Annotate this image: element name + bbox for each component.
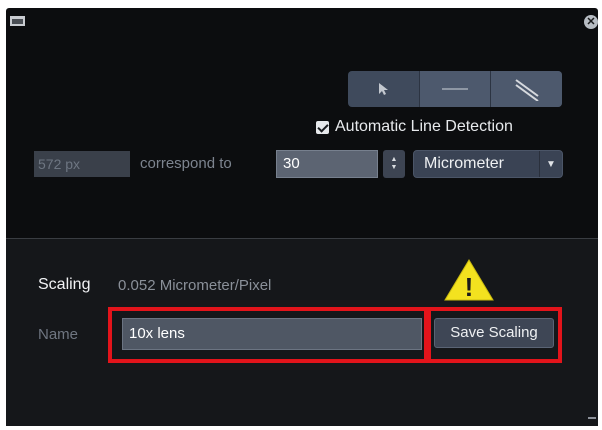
parallel-lines-icon bbox=[515, 79, 539, 101]
length-input[interactable]: 30 bbox=[276, 150, 378, 178]
resize-grip[interactable] bbox=[588, 417, 596, 419]
unit-dropdown-value: Micrometer bbox=[424, 155, 505, 172]
checkbox-checked-icon[interactable] bbox=[316, 120, 329, 134]
automatic-line-detection-toggle[interactable]: Automatic Line Detection bbox=[316, 118, 513, 136]
chevron-down-icon[interactable]: ▼ bbox=[539, 151, 562, 177]
warning-glyph: ! bbox=[465, 272, 474, 302]
close-icon[interactable]: ✕ bbox=[584, 15, 598, 29]
line-icon bbox=[442, 88, 468, 90]
line-tool-group bbox=[348, 71, 562, 107]
scaling-label: Scaling bbox=[38, 276, 91, 293]
name-input-highlight bbox=[108, 307, 428, 363]
spin-down-icon[interactable]: ▼ bbox=[391, 164, 398, 172]
name-label: Name bbox=[38, 326, 79, 343]
unit-dropdown[interactable]: Micrometer ▼ bbox=[413, 150, 563, 178]
spin-up-icon[interactable]: ▲ bbox=[391, 156, 398, 164]
scaling-value: 0.052 Micrometer/Pixel bbox=[118, 277, 272, 294]
pointer-tool-button[interactable] bbox=[348, 71, 420, 107]
automatic-line-detection-label: Automatic Line Detection bbox=[335, 118, 513, 135]
pixel-length-field: 572 px bbox=[34, 151, 130, 177]
window-icon bbox=[10, 16, 25, 26]
correspond-to-label: correspond to bbox=[140, 155, 232, 172]
length-spinner[interactable]: ▲ ▼ bbox=[383, 150, 405, 178]
line-tool-button[interactable] bbox=[419, 71, 492, 107]
pointer-arrow-icon bbox=[379, 83, 389, 95]
warning-triangle-icon: ! bbox=[444, 259, 494, 302]
parallel-lines-tool-button[interactable] bbox=[491, 71, 562, 107]
save-button-highlight bbox=[427, 307, 562, 363]
